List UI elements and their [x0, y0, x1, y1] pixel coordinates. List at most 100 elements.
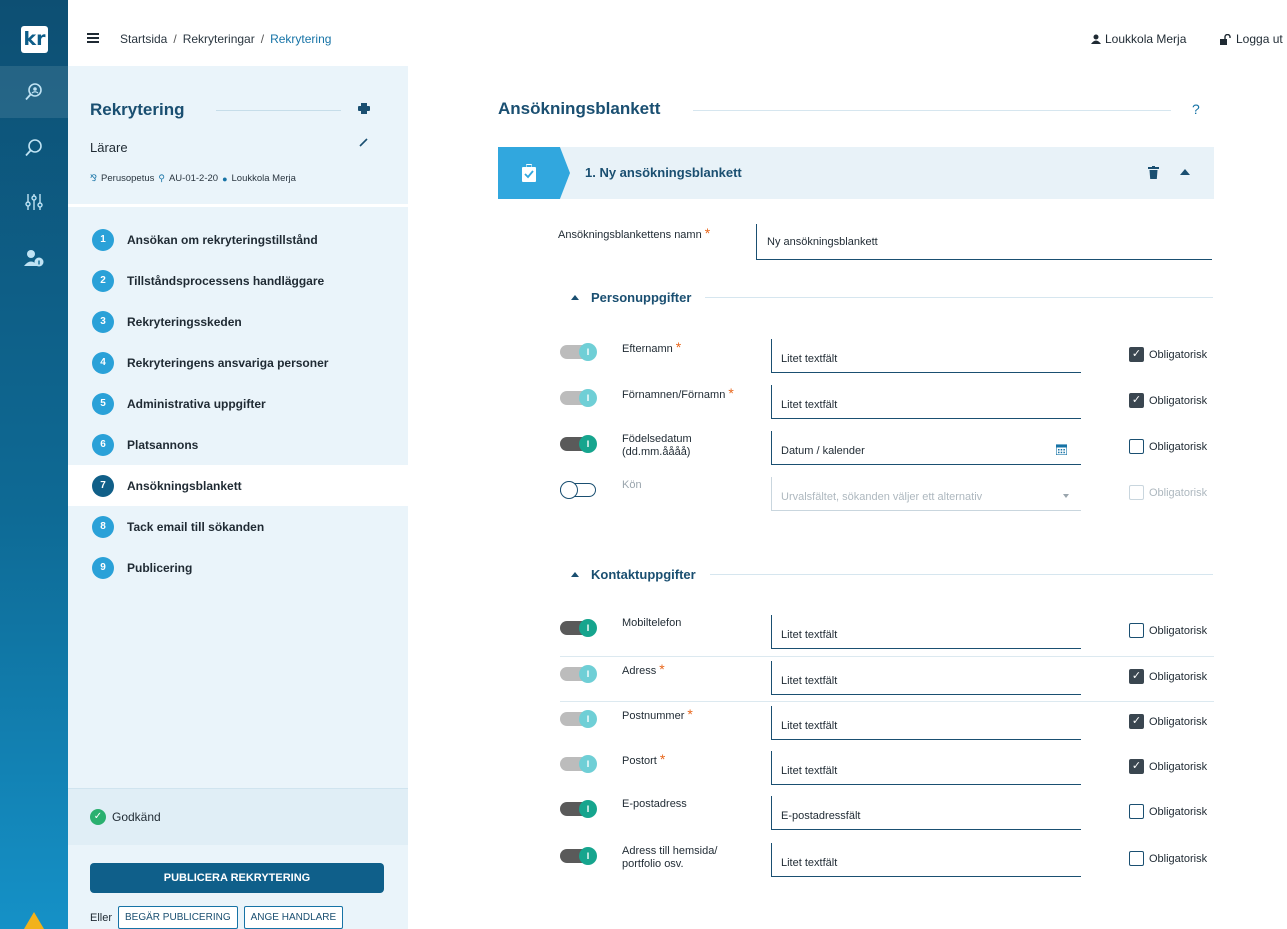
recruitment-meta: ⅋ Perusopetus ⚲ AU-01-2-20 ● Loukkola Merja — [90, 173, 296, 184]
section-title: Personuppgifter — [591, 290, 692, 305]
section-contact[interactable]: Kontaktuppgifter — [571, 567, 1213, 582]
form-header[interactable]: 1. Ny ansökningsblankett — [498, 147, 1214, 199]
obligatory-checkbox[interactable]: ✓ Obligatorisk — [1129, 347, 1207, 362]
field-type-text: Urvalsfältet, sökanden väljer ett altern… — [781, 491, 983, 503]
calendar-icon[interactable] — [1055, 444, 1068, 458]
step-item-5[interactable]: 5 Administrativa uppgifter — [68, 383, 408, 424]
field-label: Efternamn * — [622, 339, 762, 356]
toggle-knob: I — [579, 665, 597, 683]
section-personal[interactable]: Personuppgifter — [571, 290, 1213, 305]
checkbox-label: Obligatorisk — [1149, 670, 1208, 683]
search-icon[interactable] — [0, 122, 68, 174]
field-toggle[interactable]: I — [560, 710, 597, 728]
warning-icon — [24, 912, 44, 929]
step-number: 2 — [92, 269, 114, 292]
divider — [709, 574, 1213, 575]
obligatory-checkbox[interactable]: ✓ Obligatorisk — [1129, 714, 1207, 729]
assign-handler-button[interactable]: ANGE HANDLARE — [243, 906, 344, 929]
field-toggle[interactable] — [560, 481, 596, 499]
checkbox[interactable]: ✓ — [1129, 669, 1144, 684]
checkbox[interactable] — [1129, 851, 1144, 866]
field-type-input[interactable]: Litet textfält — [771, 385, 1081, 419]
checkbox[interactable] — [1129, 804, 1144, 819]
field-row: Kön Urvalsfältet, sökanden väljer ett al… — [560, 477, 1214, 521]
step-item-6[interactable]: 6 Platsannons — [68, 424, 408, 465]
field-toggle[interactable]: I — [560, 665, 597, 683]
user-menu[interactable]: Loukkola Merja — [1091, 32, 1186, 46]
obligatory-checkbox[interactable]: Obligatorisk — [1129, 439, 1207, 454]
field-type-input[interactable]: Litet textfält — [771, 706, 1081, 740]
checkbox[interactable]: ✓ — [1129, 759, 1144, 774]
obligatory-checkbox[interactable]: ✓ Obligatorisk — [1129, 669, 1207, 684]
sliders-icon[interactable] — [0, 176, 68, 228]
user-name: Loukkola Merja — [1105, 32, 1187, 46]
checkbox[interactable]: ✓ — [1129, 714, 1144, 729]
obligatory-checkbox[interactable]: Obligatorisk — [1129, 851, 1207, 866]
field-type-input[interactable]: Litet textfält — [771, 339, 1081, 373]
field-type-input[interactable]: Litet textfält — [771, 751, 1081, 785]
field-toggle[interactable]: I — [560, 755, 597, 773]
obligatory-checkbox[interactable]: Obligatorisk — [1129, 623, 1207, 638]
step-item-7[interactable]: 7 Ansökningsblankett — [68, 465, 408, 506]
field-toggle[interactable]: I — [560, 389, 597, 407]
collapse-icon[interactable] — [1180, 169, 1190, 175]
app-logo[interactable]: kr — [21, 26, 48, 53]
trash-icon[interactable] — [1148, 166, 1159, 182]
checkbox-label: Obligatorisk — [1149, 394, 1208, 407]
help-icon[interactable]: ? — [1192, 101, 1200, 117]
divider — [693, 110, 1171, 111]
logout-label: Logga ut — [1236, 32, 1283, 46]
field-type-select[interactable]: Urvalsfältet, sökanden väljer ett altern… — [771, 477, 1081, 511]
obligatory-checkbox[interactable]: ✓ Obligatorisk — [1129, 393, 1207, 408]
required-mark: * — [704, 225, 711, 241]
checkbox[interactable] — [1129, 623, 1144, 638]
checkbox[interactable] — [1129, 485, 1144, 500]
field-type-input[interactable]: Litet textfält — [771, 615, 1081, 649]
checkbox[interactable] — [1129, 439, 1144, 454]
obligatory-checkbox[interactable]: Obligatorisk — [1129, 804, 1207, 819]
field-toggle[interactable]: I — [560, 343, 597, 361]
field-row: I Adress * Litet textfält ✓ Obligatorisk — [560, 656, 1214, 700]
step-item-1[interactable]: 1 Ansökan om rekryteringstillstånd — [68, 219, 408, 260]
field-type-text: Datum / kalender — [781, 445, 865, 457]
logout-link[interactable]: Logga ut — [1220, 32, 1283, 46]
step-item-4[interactable]: 4 Rekryteringens ansvariga personer — [68, 342, 408, 383]
form-name-input[interactable]: Ny ansökningsblankett — [756, 224, 1212, 260]
field-row: I Efternamn * Litet textfält ✓ Obligatoris… — [560, 339, 1214, 383]
print-icon[interactable] — [358, 103, 370, 117]
required-mark: * — [675, 339, 682, 355]
field-toggle[interactable]: I — [560, 435, 597, 453]
field-type-input[interactable]: Litet textfält — [771, 661, 1081, 695]
search-person-icon[interactable] — [0, 66, 68, 118]
checkbox[interactable]: ✓ — [1129, 347, 1144, 362]
field-toggle[interactable]: I — [560, 619, 597, 637]
edit-icon[interactable] — [358, 137, 369, 151]
chevron-down-icon — [1063, 494, 1069, 498]
user-icon — [1091, 34, 1101, 44]
checkbox[interactable]: ✓ — [1129, 393, 1144, 408]
field-toggle[interactable]: I — [560, 847, 597, 865]
approval-status: ✓ Godkänd — [68, 788, 408, 845]
user-info-icon[interactable] — [0, 232, 68, 284]
step-item-3[interactable]: 3 Rekryteringsskeden — [68, 301, 408, 342]
breadcrumb-recruitments[interactable]: Rekryteringar — [183, 32, 255, 46]
publish-button[interactable]: PUBLICERA REKRYTERING — [90, 863, 384, 893]
recruitment-position: Lärare — [90, 140, 128, 155]
field-type-input[interactable]: E-postadressfält — [771, 796, 1081, 830]
toggle-knob: I — [579, 389, 597, 407]
field-type-input[interactable]: Datum / kalender — [771, 431, 1081, 465]
toggle-knob: I — [579, 755, 597, 773]
step-item-9[interactable]: 9 Publicering — [68, 547, 408, 588]
toggle-knob — [560, 481, 578, 499]
field-label: Adress till hemsida/ portfolio osv. — [622, 845, 718, 870]
step-item-2[interactable]: 2 Tillståndsprocessens handläggare — [68, 260, 408, 301]
breadcrumb-home[interactable]: Startsida — [120, 32, 167, 46]
step-item-8[interactable]: 8 Tack email till sökanden — [68, 506, 408, 547]
toggle-knob: I — [579, 847, 597, 865]
field-toggle[interactable]: I — [560, 800, 597, 818]
menu-icon[interactable] — [87, 33, 99, 45]
field-type-input[interactable]: Litet textfält — [771, 843, 1081, 877]
request-publication-button[interactable]: BEGÄR PUBLICERING — [118, 906, 238, 929]
obligatory-checkbox[interactable]: ✓ Obligatorisk — [1129, 759, 1207, 774]
obligatory-checkbox[interactable]: Obligatorisk — [1129, 485, 1207, 500]
